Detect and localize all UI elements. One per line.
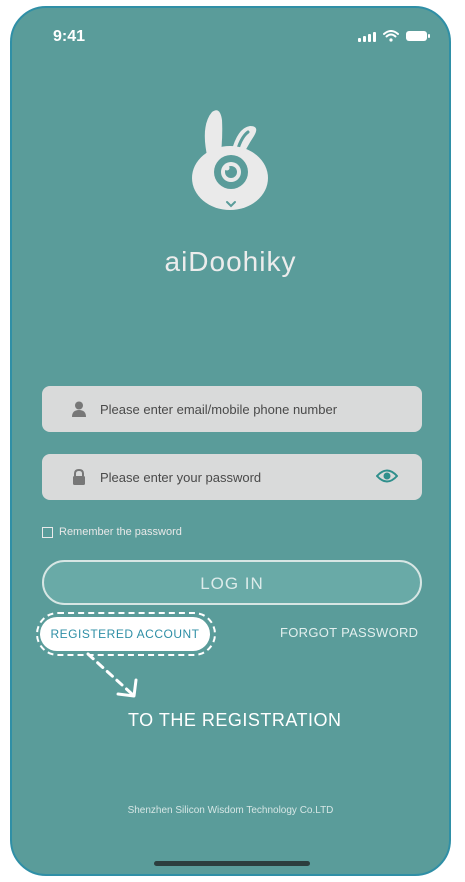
account-field xyxy=(42,386,422,432)
login-button[interactable]: LOG IN xyxy=(42,560,422,605)
eye-icon[interactable] xyxy=(376,468,398,484)
account-input[interactable] xyxy=(100,386,380,432)
company-footer: Shenzhen Silicon Wisdom Technology Co.LT… xyxy=(127,805,334,816)
app-name: aiDoohiky xyxy=(164,246,297,277)
signal-icon xyxy=(358,31,376,42)
phone-screen: 9:41 aiDoohiky Please enter email/mobile… xyxy=(10,6,451,876)
annotation-arrow xyxy=(86,652,138,698)
register-button[interactable]: REGISTERED ACCOUNT xyxy=(40,617,210,651)
remember-checkbox[interactable] xyxy=(42,526,53,538)
registration-hint: TO THE REGISTRATION xyxy=(128,710,342,730)
status-time: 9:41 xyxy=(53,28,86,45)
remember-label: Remember the password xyxy=(59,526,182,538)
remember-row: Remember the password xyxy=(42,526,182,538)
home-indicator xyxy=(154,861,310,866)
app-logo xyxy=(192,110,268,210)
person-icon xyxy=(72,401,86,417)
battery-icon xyxy=(406,31,430,41)
lock-icon xyxy=(73,469,85,485)
forgot-password-link[interactable]: FORGOT PASSWORD xyxy=(280,625,418,640)
status-icons xyxy=(358,30,430,42)
password-field xyxy=(42,454,422,500)
password-input[interactable] xyxy=(100,454,380,500)
wifi-icon xyxy=(383,30,399,42)
